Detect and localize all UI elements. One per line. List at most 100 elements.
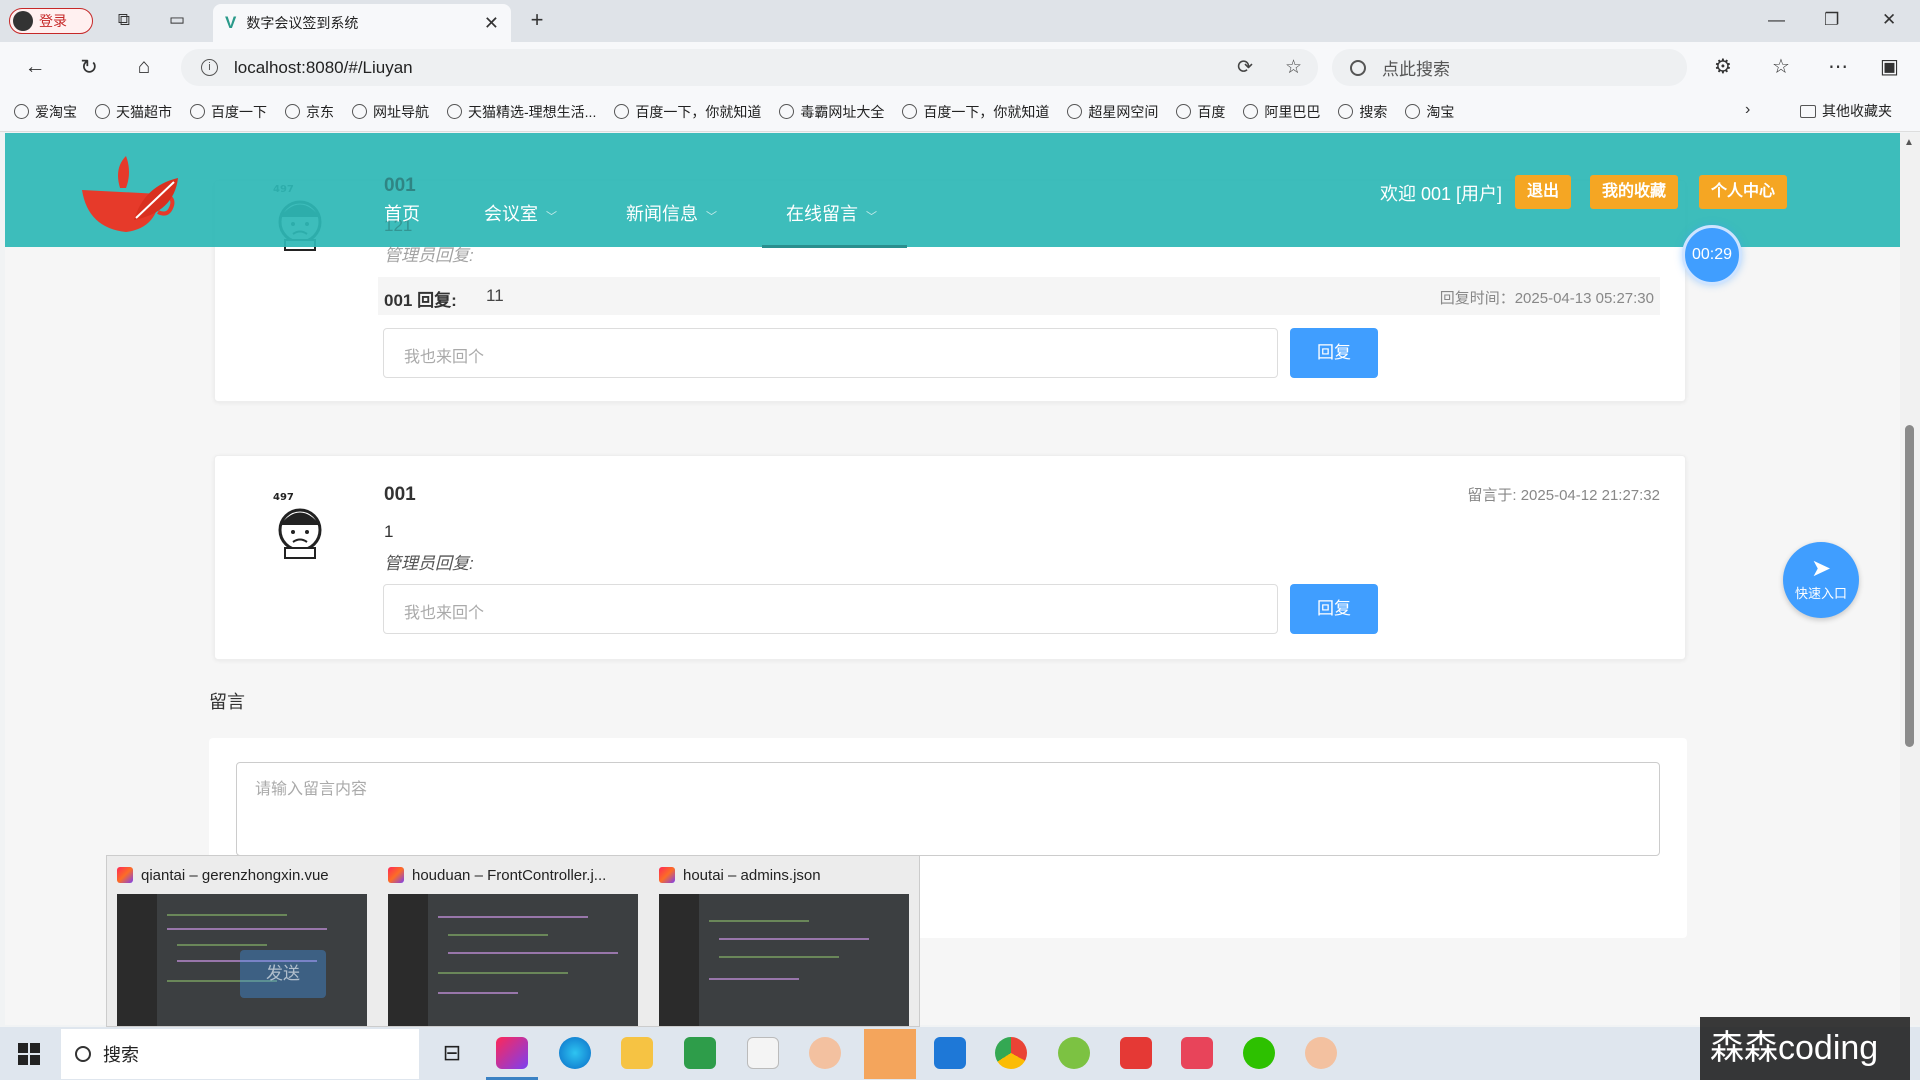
url-field[interactable]: i localhost:8080/#/Liuyan ⟳ ☆ xyxy=(181,49,1318,86)
feishu-icon[interactable] xyxy=(934,1037,966,1069)
globe-icon xyxy=(1405,104,1421,119)
extensions-icon[interactable]: ⚙ xyxy=(1714,54,1732,79)
nav-active-indicator xyxy=(762,245,907,248)
other-bookmarks[interactable]: 其他收藏夹 xyxy=(1800,101,1892,121)
file-explorer-icon[interactable] xyxy=(621,1037,653,1069)
globe-icon xyxy=(1067,104,1083,119)
reply-button[interactable]: 回复 xyxy=(1290,328,1378,378)
page-scrollbar[interactable]: ▲ xyxy=(1900,133,1920,1025)
nav-meeting-room[interactable]: 会议室 ﹀ xyxy=(484,200,557,226)
nav-news[interactable]: 新闻信息 ﹀ xyxy=(626,200,717,226)
reply-input[interactable]: 我也来回个 xyxy=(383,584,1278,634)
globe-icon xyxy=(614,104,630,119)
welcome-text: 欢迎 001 [用户] xyxy=(1380,184,1503,204)
close-window-icon[interactable]: ✕ xyxy=(1882,10,1896,30)
bookmark[interactable]: 京东 xyxy=(285,102,334,122)
taskbar-preview-popup: qiantai – gerenzhongxin.vue houduan – Fr… xyxy=(106,855,920,1027)
bookmark[interactable]: 天猫超市 xyxy=(95,102,172,122)
windows-taskbar: 搜索 ⊟ xyxy=(0,1027,1920,1080)
window-preview[interactable]: houduan – FrontController.j... xyxy=(388,864,640,1026)
globe-icon xyxy=(285,104,300,119)
bookmark[interactable]: 天猫精选-理想生活... xyxy=(447,102,596,122)
bookmark[interactable]: 淘宝 xyxy=(1405,102,1454,122)
site-info-icon[interactable]: i xyxy=(201,59,218,76)
more-icon[interactable]: ⋯ xyxy=(1828,54,1848,79)
qq-icon[interactable] xyxy=(864,1029,916,1079)
site-logo[interactable] xyxy=(74,148,182,243)
logout-button[interactable]: 退出 xyxy=(1515,175,1572,209)
my-favorites-button[interactable]: 我的收藏 xyxy=(1590,175,1679,209)
bookmark[interactable]: 毒霸网址大全 xyxy=(779,102,884,122)
sidebar-icon[interactable]: ▣ xyxy=(1880,54,1899,79)
send-button[interactable]: 发送 xyxy=(240,950,326,998)
back-icon[interactable]: ← xyxy=(22,55,48,79)
profile-center-button[interactable]: 个人中心 xyxy=(1699,175,1788,209)
taskbar-search[interactable]: 搜索 xyxy=(61,1029,419,1079)
bookmark[interactable]: 网址导航 xyxy=(352,102,429,122)
reply-user: 001 回复: xyxy=(384,291,457,310)
reply-input[interactable]: 我也来回个 xyxy=(383,328,1278,378)
scrollbar-thumb[interactable] xyxy=(1905,425,1914,747)
bookmark[interactable]: 百度一下，你就知道 xyxy=(614,102,761,122)
countdown-timer: 00:29 xyxy=(1682,225,1742,285)
refresh-icon[interactable]: ↻ xyxy=(76,55,102,80)
bookmark[interactable]: 爱淘宝 xyxy=(14,102,77,122)
tab-active[interactable]: V 数字会议签到系统 ✕ xyxy=(213,4,511,42)
quick-entry-button[interactable]: ➤ 快速入口 xyxy=(1783,542,1859,618)
avatar-app-icon[interactable] xyxy=(809,1037,841,1069)
chevron-down-icon: ﹀ xyxy=(866,211,877,223)
bookmark[interactable]: 百度 xyxy=(1176,102,1225,122)
hbuilder-icon[interactable] xyxy=(684,1037,716,1069)
preview-thumbnail xyxy=(388,894,638,1026)
favorite-star-icon[interactable]: ☆ xyxy=(1285,56,1302,79)
wps-icon[interactable] xyxy=(1120,1037,1152,1069)
folder-icon xyxy=(1800,104,1816,118)
bookmark[interactable]: 搜索 xyxy=(1338,102,1387,122)
bookmark[interactable]: 超星网空间 xyxy=(1067,102,1158,122)
minimize-icon[interactable]: — xyxy=(1768,10,1785,30)
bookmark[interactable]: 百度一下 xyxy=(190,102,267,122)
search-icon xyxy=(75,1046,91,1062)
edge-icon[interactable] xyxy=(559,1037,591,1069)
leave-message-textarea[interactable]: 请输入留言内容 xyxy=(236,762,1660,856)
tab-actions-icon[interactable]: ▭ xyxy=(167,10,187,30)
globe-icon xyxy=(1243,104,1259,119)
bookmarks-bar: 爱淘宝 天猫超市 百度一下 京东 网址导航 天猫精选-理想生活... 百度一下，… xyxy=(0,92,1920,132)
profile-label: 登录 xyxy=(39,13,67,29)
windows-start-icon[interactable] xyxy=(18,1043,40,1065)
chrome-icon[interactable] xyxy=(995,1037,1027,1069)
profile-avatar xyxy=(13,11,33,31)
admin-reply-label: 管理员回复: xyxy=(384,554,474,573)
message-time: 留言于: 2025-04-12 21:27:32 xyxy=(1467,487,1660,504)
avatar-app-icon[interactable] xyxy=(1305,1037,1337,1069)
window-preview[interactable]: qiantai – gerenzhongxin.vue xyxy=(117,864,369,1026)
nav-home[interactable]: 首页 xyxy=(384,200,420,226)
bookmark[interactable]: 阿里巴巴 xyxy=(1243,102,1320,122)
wechat-icon[interactable] xyxy=(1243,1037,1275,1069)
browser-search-field[interactable]: 点此搜索 xyxy=(1332,49,1687,86)
restore-icon[interactable]: ❐ xyxy=(1824,10,1839,30)
window-preview[interactable]: houtai – admins.json xyxy=(659,864,911,1026)
nav-online-message[interactable]: 在线留言 ﹀ xyxy=(786,200,877,226)
search-icon xyxy=(1350,59,1366,76)
notepad-icon[interactable] xyxy=(747,1037,779,1069)
media-app-icon[interactable] xyxy=(1181,1037,1213,1069)
url-text: localhost:8080/#/Liuyan xyxy=(234,57,413,77)
workspaces-icon[interactable]: ⧉ xyxy=(114,10,134,30)
new-tab-icon[interactable]: + xyxy=(527,9,547,31)
paper-plane-icon: ➤ xyxy=(1810,555,1832,582)
scroll-up-icon[interactable]: ▲ xyxy=(1904,137,1914,148)
profile-button[interactable]: 登录 xyxy=(9,8,93,34)
tab-close-icon[interactable]: ✕ xyxy=(484,13,499,34)
translate-icon[interactable]: ⟳ xyxy=(1237,56,1253,79)
intellij-icon xyxy=(388,867,404,883)
globe-icon xyxy=(95,104,110,119)
bookmarks-more-icon[interactable]: › xyxy=(1745,101,1750,119)
intellij-icon[interactable] xyxy=(496,1037,528,1069)
home-icon[interactable]: ⌂ xyxy=(131,55,157,79)
green-app-icon[interactable] xyxy=(1058,1037,1090,1069)
reply-button[interactable]: 回复 xyxy=(1290,584,1378,634)
task-view-icon[interactable]: ⊟ xyxy=(436,1037,468,1069)
collections-icon[interactable]: ☆ xyxy=(1772,54,1790,79)
bookmark[interactable]: 百度一下，你就知道 xyxy=(902,102,1049,122)
